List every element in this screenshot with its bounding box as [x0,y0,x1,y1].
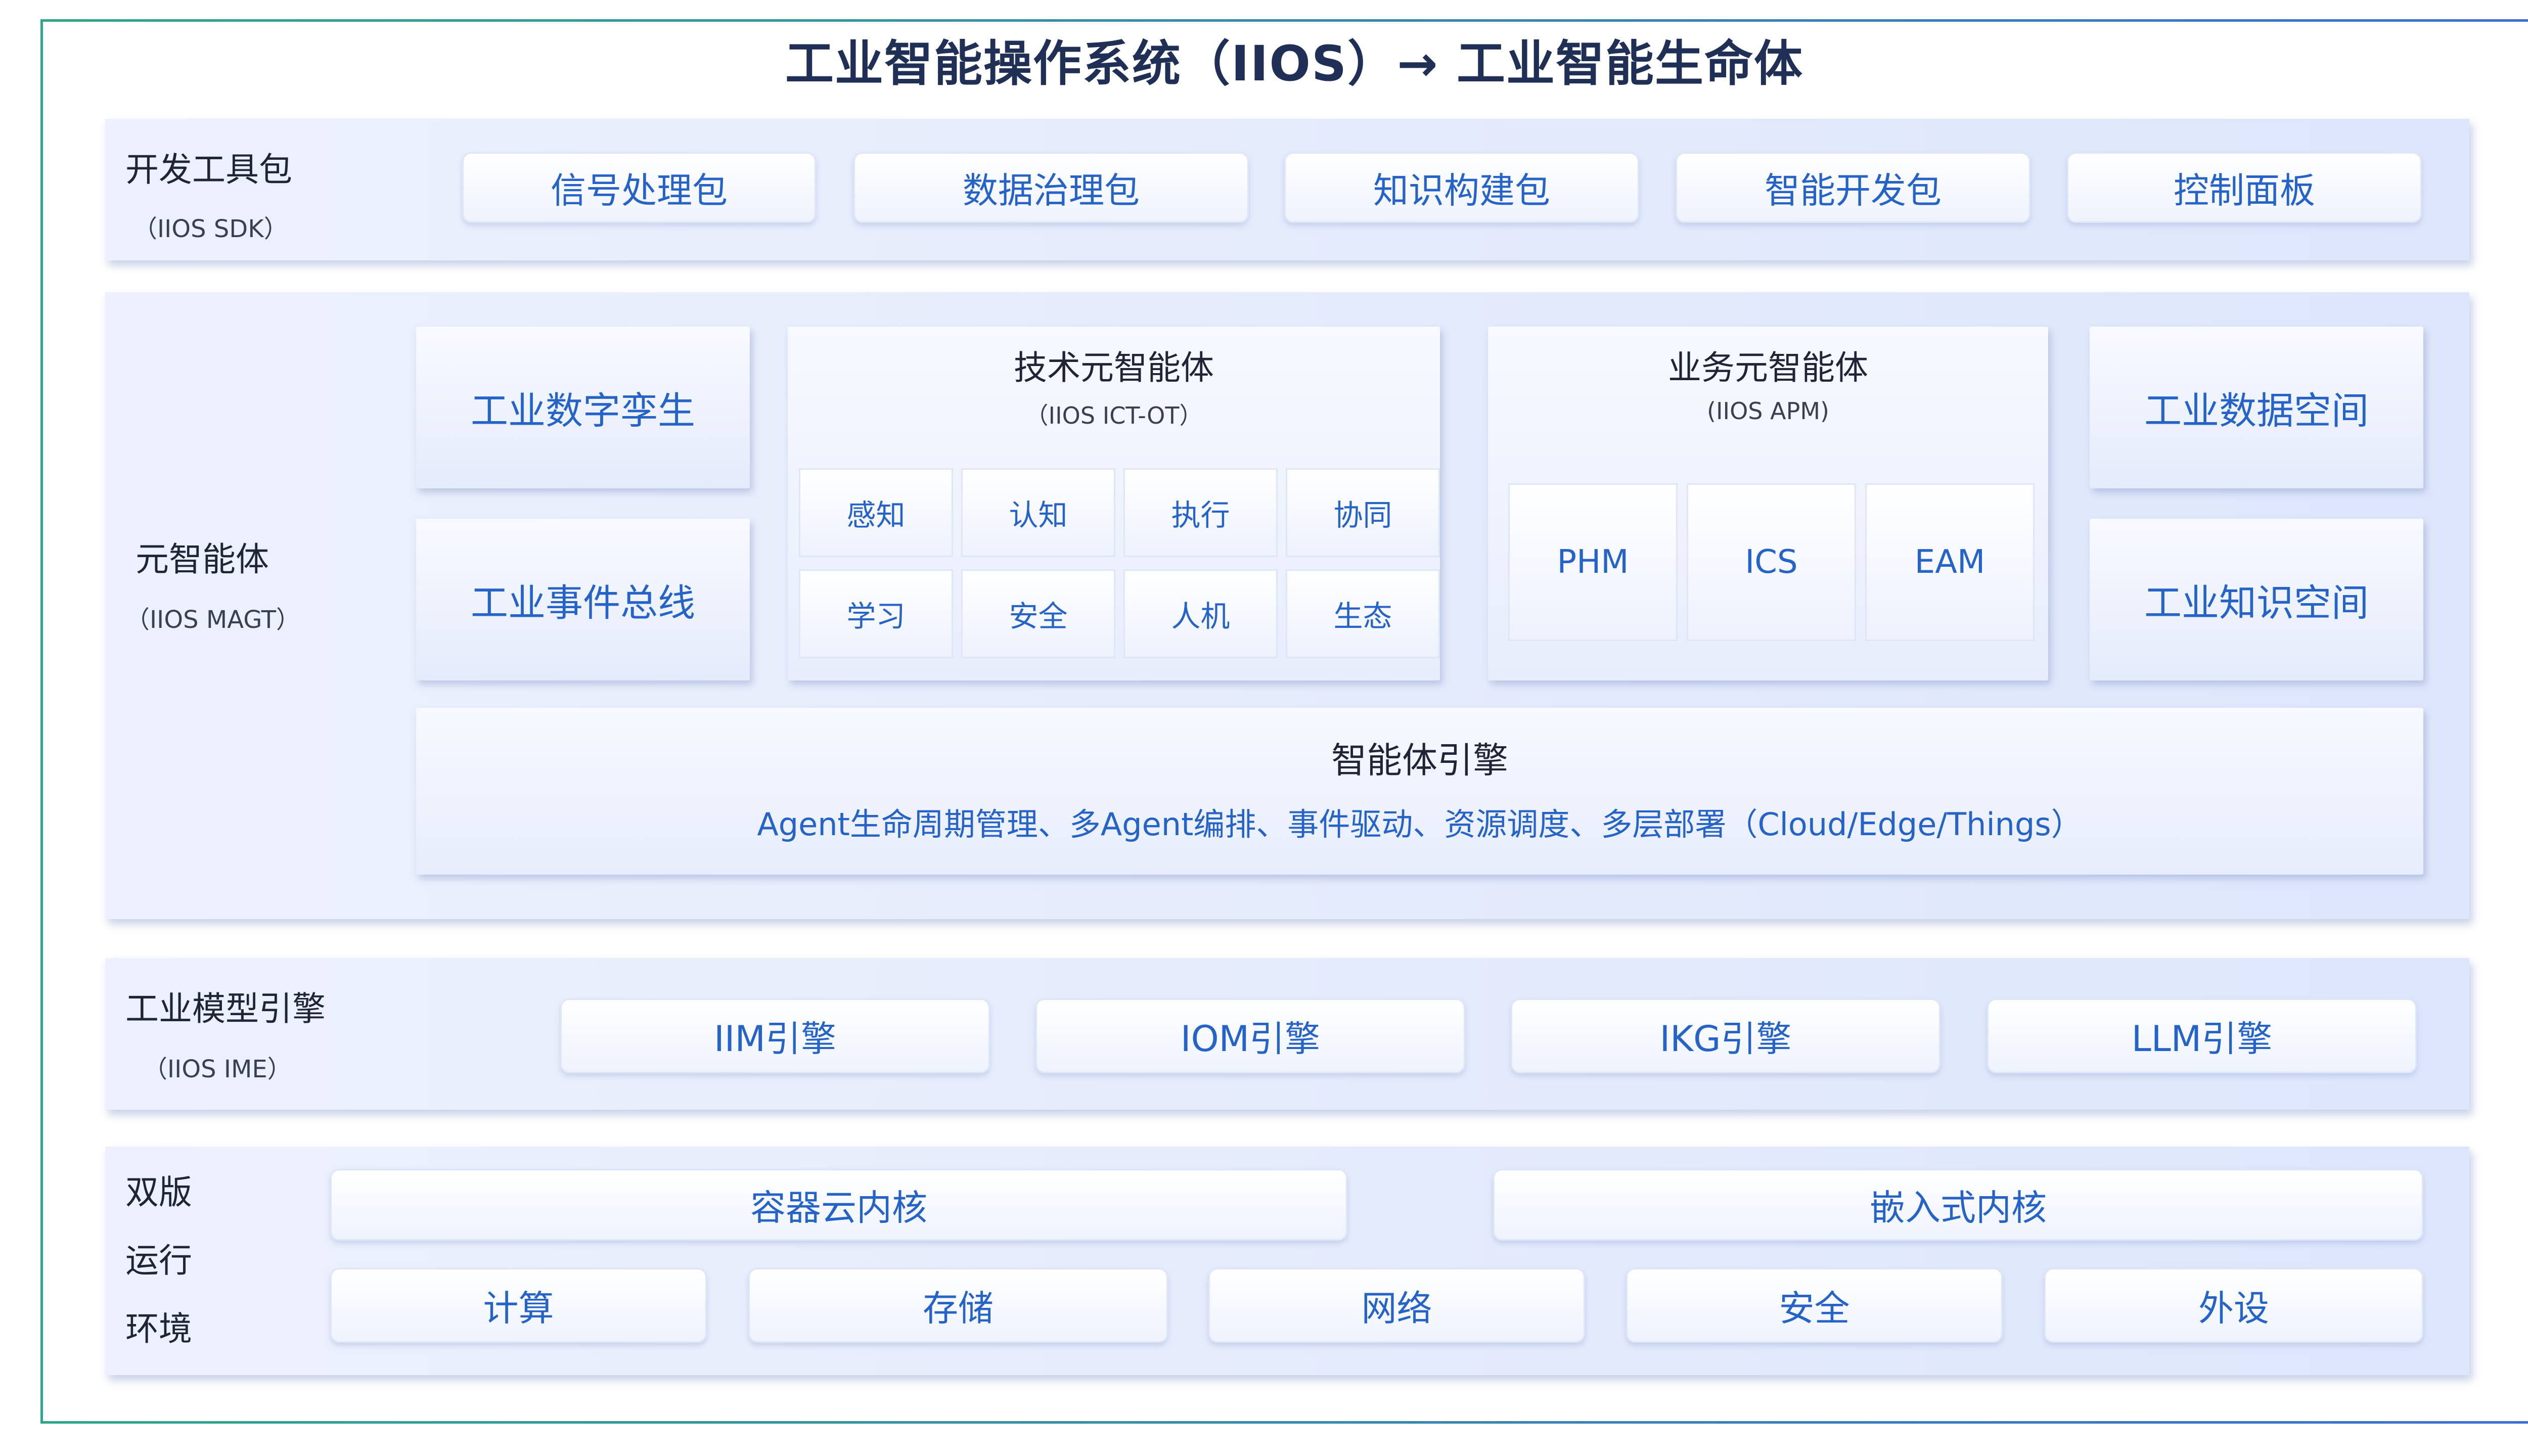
biz-agent-panel: 业务元智能体 (IIOS APM) PHM ICS EAM [1488,327,2048,680]
layer-runtime: 双版 运行 环境 容器云内核 嵌入式内核 计算 存储 网络 安全 外设 [105,1147,2469,1375]
runtime-item: 外设 [2044,1268,2423,1343]
tech-agent-sub: （IIOS ICT-OT） [1025,402,1203,429]
ime-item: IIM引擎 [560,998,990,1073]
layer-sdk: 开发工具包 （IIOS SDK） 信号处理包 数据治理包 知识构建包 智能开发包… [105,119,2469,260]
tech-cell: 执行 [1123,468,1278,557]
runtime-label-line: 运行 [125,1241,192,1280]
runtime-item: 存储 [748,1268,1168,1343]
biz-cell: PHM [1508,483,1678,641]
runtime-item: 计算 [330,1268,707,1343]
biz-agent-title: 业务元智能体 [1668,348,1868,387]
sdk-item: 控制面板 [2067,152,2422,223]
layer-ime-sub: （IIOS IME） [143,1055,292,1083]
runtime-label-line: 环境 [125,1309,192,1348]
tech-agent-title: 技术元智能体 [1014,348,1214,387]
layer-magt-sub: （IIOS MAGT） [125,606,301,634]
tech-cell: 学习 [799,569,953,658]
tech-cell: 安全 [961,569,1115,658]
runtime-label-line: 双版 [125,1173,192,1212]
event-bus-box: 工业事件总线 [416,519,750,680]
sdk-item: 信号处理包 [462,152,816,223]
layer-sdk-label: 开发工具包 [125,150,292,189]
data-space-box: 工业数据空间 [2090,327,2423,488]
sdk-item: 知识构建包 [1284,152,1639,223]
layer-magt-label: 元智能体 [136,540,269,579]
tech-cell: 人机 [1123,569,1278,658]
biz-cell: ICS [1687,483,1856,641]
layer-magt: 元智能体 （IIOS MAGT） 工业数字孪生 工业事件总线 技术元智能体 （I… [105,292,2469,919]
tech-cell: 协同 [1286,468,1440,557]
layer-ime: 工业模型引擎 （IIOS IME） IIM引擎 IOM引擎 IKG引擎 LLM引… [105,958,2469,1110]
diagram-title: 工业智能操作系统（IIOS）→ 工业智能生命体 [785,35,1804,92]
sdk-item: 智能开发包 [1676,152,2030,223]
container-kernel-box: 容器云内核 [330,1169,1347,1241]
tech-agent-panel: 技术元智能体 （IIOS ICT-OT） 感知 认知 执行 协同 学习 安全 人… [788,327,1440,680]
sdk-item: 数据治理包 [853,152,1249,223]
agent-engine-desc: Agent生命周期管理、多Agent编排、事件驱动、资源调度、多层部署（Clou… [757,806,2083,843]
layer-sdk-sub: （IIOS SDK） [133,215,288,243]
biz-cell: EAM [1865,483,2035,641]
ime-item: IOM引擎 [1035,998,1465,1073]
agent-engine-title: 智能体引擎 [1331,740,1508,781]
ime-item: IKG引擎 [1511,998,1940,1073]
tech-cell: 认知 [961,468,1115,557]
tech-cell: 生态 [1286,569,1440,658]
runtime-item: 网络 [1208,1268,1585,1343]
runtime-item: 安全 [1626,1268,2003,1343]
embedded-kernel-box: 嵌入式内核 [1493,1169,2423,1241]
layer-ime-label: 工业模型引擎 [125,989,326,1028]
biz-agent-sub: (IIOS APM) [1707,397,1829,425]
ime-item: LLM引擎 [1987,998,2417,1073]
knowledge-space-box: 工业知识空间 [2090,519,2423,680]
agent-engine-panel: 智能体引擎 Agent生命周期管理、多Agent编排、事件驱动、资源调度、多层部… [416,708,2423,875]
digital-twin-box: 工业数字孪生 [416,327,750,488]
tech-cell: 感知 [799,468,953,557]
